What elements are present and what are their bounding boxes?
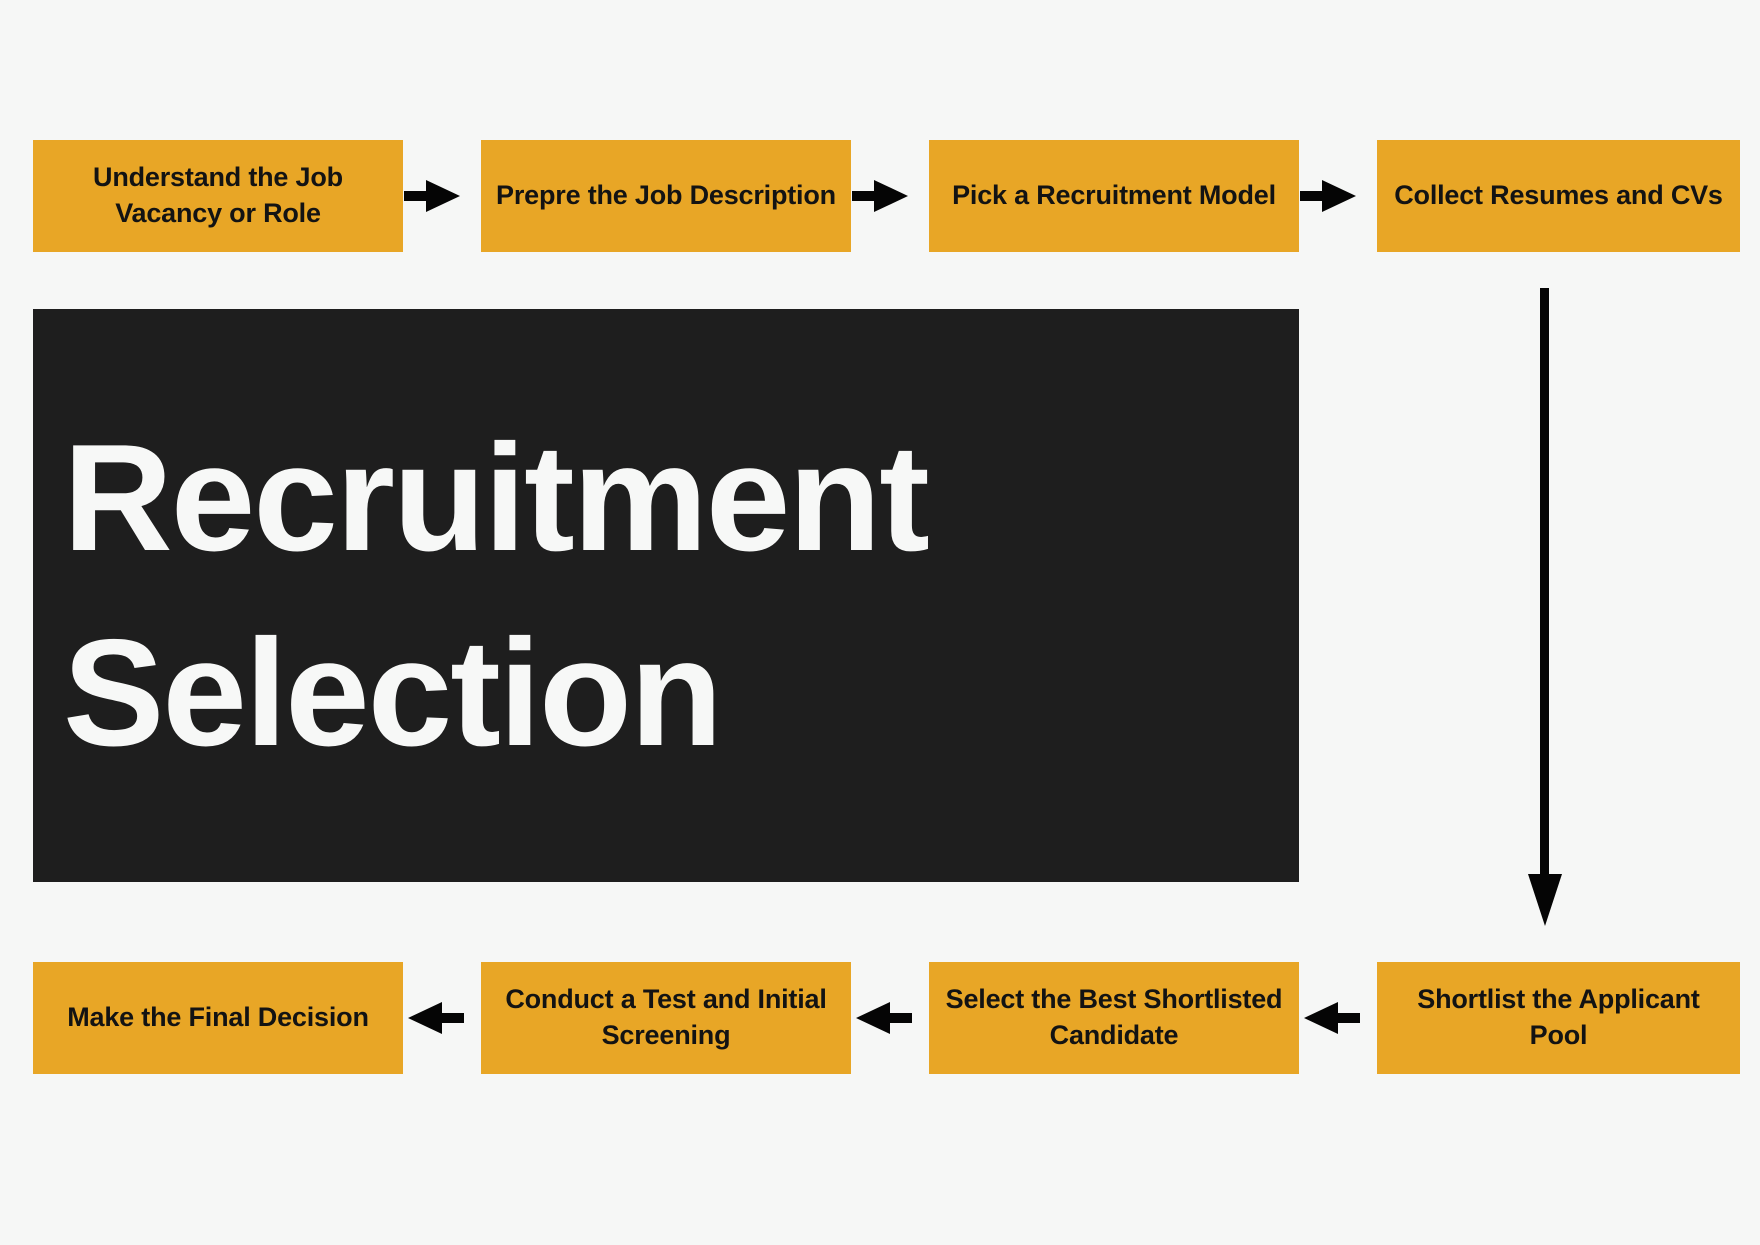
page-title-line-1: Recruitment <box>63 412 930 583</box>
arrow-down-icon <box>1527 288 1563 928</box>
process-step-label: Select the Best Shortlisted Candidate <box>945 984 1283 1050</box>
arrow-left-icon <box>404 992 464 1044</box>
process-step-label: Understand the Job Vacancy or Role <box>93 162 343 228</box>
process-step-label: Conduct a Test and Initial Screening <box>505 984 827 1050</box>
process-step-label: Prepre the Job Description <box>496 180 836 211</box>
arrow-right-icon <box>1300 170 1360 222</box>
title-panel: Recruitment Selection <box>33 309 1299 882</box>
process-step-understand-job-vacancy[interactable]: Understand the Job Vacancy or Role <box>33 140 403 252</box>
diagram-canvas: Understand the Job Vacancy or Role Prepr… <box>0 0 1760 1245</box>
process-step-shortlist-applicant-pool[interactable]: Shortlist the Applicant Pool <box>1377 962 1740 1074</box>
process-step-pick-recruitment-model[interactable]: Pick a Recruitment Model <box>929 140 1299 252</box>
process-step-prepare-job-description[interactable]: Prepre the Job Description <box>481 140 851 252</box>
process-step-conduct-test-screening[interactable]: Conduct a Test and Initial Screening <box>481 962 851 1074</box>
arrow-right-icon <box>852 170 912 222</box>
arrow-left-icon <box>852 992 912 1044</box>
arrow-left-icon <box>1300 992 1360 1044</box>
process-step-label: Collect Resumes and CVs <box>1394 180 1723 211</box>
arrow-right-icon <box>404 170 464 222</box>
process-step-label: Shortlist the Applicant Pool <box>1417 984 1700 1050</box>
page-title-line-2: Selection <box>63 607 723 778</box>
process-step-make-final-decision[interactable]: Make the Final Decision <box>33 962 403 1074</box>
process-step-label: Pick a Recruitment Model <box>952 180 1276 211</box>
process-step-select-best-candidate[interactable]: Select the Best Shortlisted Candidate <box>929 962 1299 1074</box>
process-step-collect-resumes-cvs[interactable]: Collect Resumes and CVs <box>1377 140 1740 252</box>
process-step-label: Make the Final Decision <box>67 1002 369 1033</box>
